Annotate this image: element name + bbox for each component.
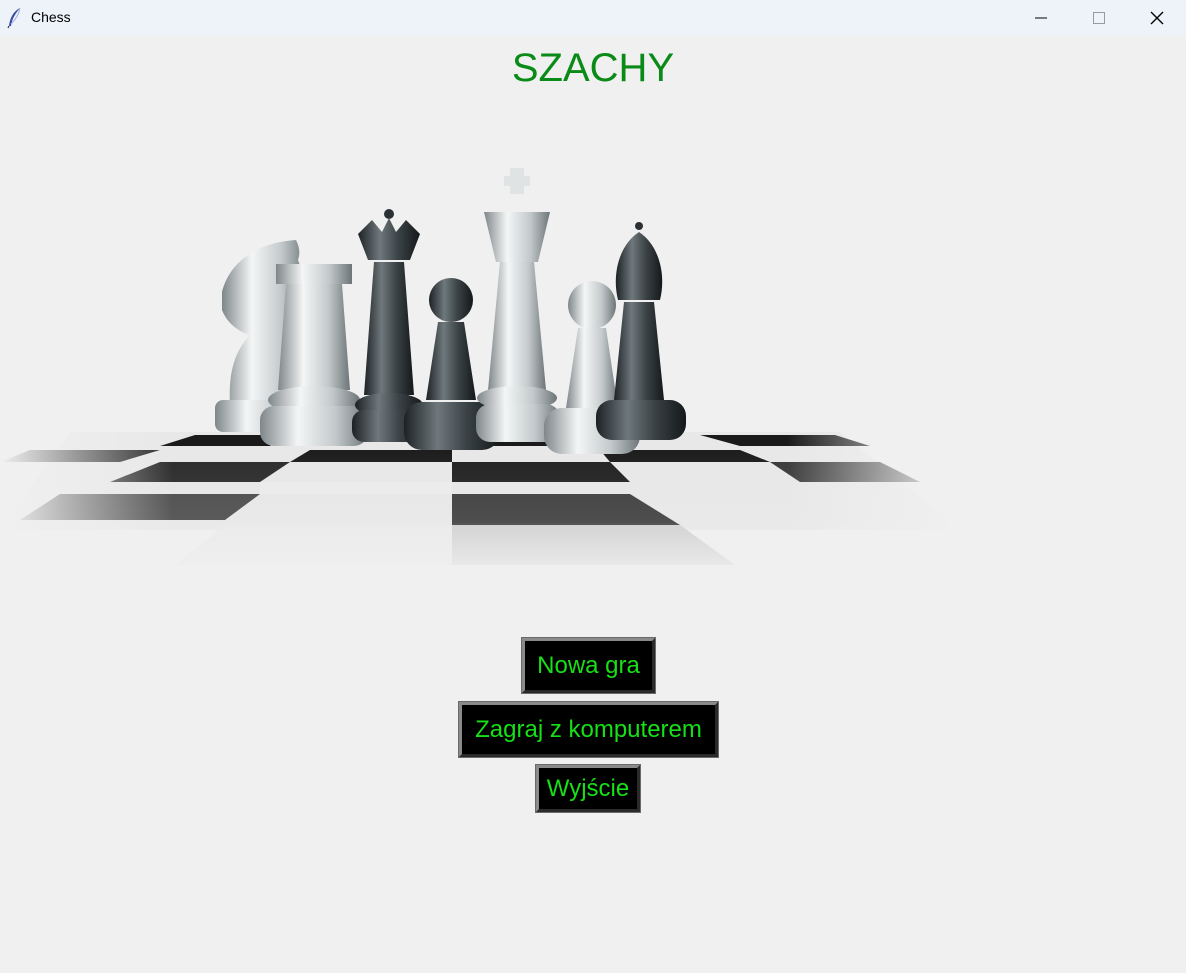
play-computer-button[interactable]: Zagraj z komputerem xyxy=(458,701,719,758)
title-bar[interactable]: Chess xyxy=(0,0,1186,36)
exit-button[interactable]: Wyjście xyxy=(535,764,641,813)
maximize-button[interactable] xyxy=(1070,0,1128,36)
page-title: SZACHY xyxy=(511,46,675,90)
minimize-icon xyxy=(1035,17,1047,19)
close-button[interactable] xyxy=(1128,0,1186,36)
feather-icon xyxy=(7,7,21,29)
window-title: Chess xyxy=(31,9,71,25)
minimize-button[interactable] xyxy=(1012,0,1070,36)
close-icon xyxy=(1150,11,1164,25)
maximize-icon xyxy=(1093,12,1105,24)
chess-pieces-on-board-image xyxy=(0,168,960,580)
new-game-button[interactable]: Nowa gra xyxy=(521,637,656,694)
